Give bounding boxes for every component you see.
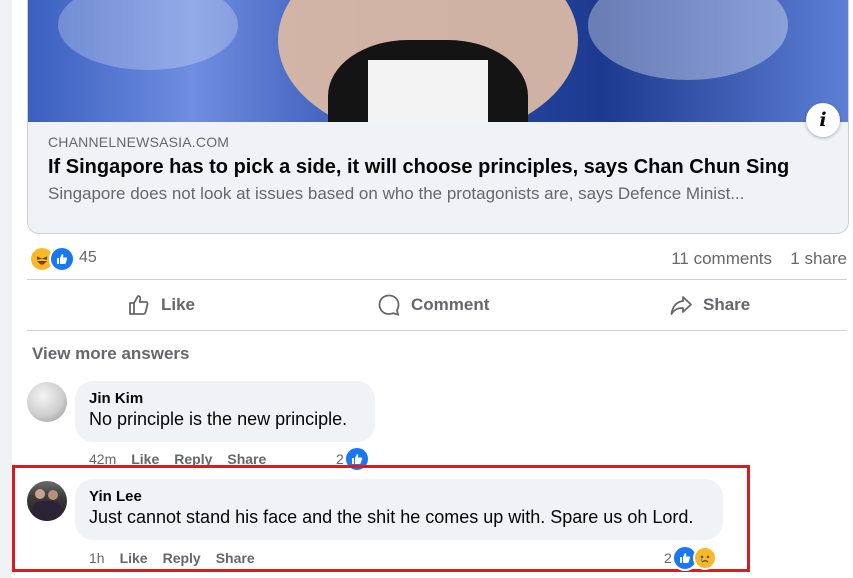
thumbs-up-icon <box>129 295 149 315</box>
comments-count[interactable]: 11 comments <box>671 249 772 269</box>
comment-reactions[interactable]: 2 <box>664 545 717 571</box>
comment-button[interactable]: Comment <box>377 280 489 330</box>
left-rail <box>0 0 12 578</box>
info-icon[interactable]: i <box>806 103 840 137</box>
link-domain: CHANNELNEWSASIA.COM <box>48 134 230 150</box>
link-preview-meta[interactable]: CHANNELNEWSASIA.COM If Singapore has to … <box>48 134 828 204</box>
comment-share-button[interactable]: Share <box>216 550 255 566</box>
comment-time[interactable]: 1h <box>89 550 105 566</box>
comment-reply-button[interactable]: Reply <box>163 550 201 566</box>
comment-author[interactable]: Jin Kim <box>89 390 361 407</box>
like-button[interactable]: Like <box>127 280 195 330</box>
comment-bubble: Yin Lee Just cannot stand his face and t… <box>75 479 723 540</box>
comment-like-button[interactable]: Like <box>120 550 148 566</box>
link-preview-card[interactable]: i CHANNELNEWSASIA.COM If Singapore has t… <box>27 0 849 234</box>
reactions-summary: 45 11 comments 1 share <box>27 243 847 273</box>
comment-author[interactable]: Yin Lee <box>89 488 709 505</box>
sad-icon <box>692 546 717 570</box>
post-action-bar: Like Comment Share <box>27 279 847 331</box>
link-preview-image <box>28 0 848 122</box>
comment-actions: 1h Like Reply Share <box>89 550 255 566</box>
avatar[interactable] <box>27 481 67 521</box>
comment-text: Just cannot stand his face and the shit … <box>89 507 694 527</box>
like-icon[interactable] <box>49 246 75 272</box>
reaction-count[interactable]: 45 <box>79 249 97 267</box>
view-more-answers[interactable]: View more answers <box>32 344 190 364</box>
link-description: Singapore does not look at issues based … <box>48 184 745 203</box>
comment-reaction-count: 2 <box>664 550 672 566</box>
comment-icon <box>378 294 400 316</box>
share-label: Share <box>703 295 751 314</box>
avatar[interactable] <box>27 382 67 422</box>
shares-count[interactable]: 1 share <box>790 249 847 269</box>
share-button[interactable]: Share <box>669 280 750 330</box>
like-label: Like <box>161 295 196 314</box>
comment-label: Comment <box>411 295 490 314</box>
link-title[interactable]: If Singapore has to pick a side, it will… <box>48 156 828 179</box>
comment-bubble: Jin Kim No principle is the new principl… <box>75 381 375 442</box>
share-icon <box>670 296 692 315</box>
comment-text: No principle is the new principle. <box>89 409 348 429</box>
